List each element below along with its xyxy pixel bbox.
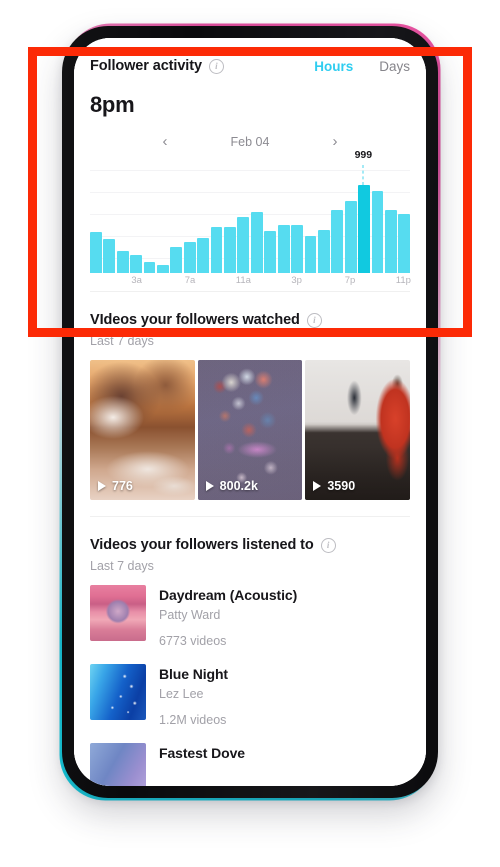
chart-bar[interactable] <box>358 185 370 273</box>
track-artwork <box>90 664 146 720</box>
video-thumbnail-row: 776 800.2k 3590 <box>90 360 411 500</box>
follower-activity-card: Follower activity i Hours Days 8pm ‹ Feb… <box>74 38 426 291</box>
videos-watched-subtitle: Last 7 days <box>90 334 154 348</box>
track-title: Fastest Dove <box>159 745 245 761</box>
track-video-count: 6773 videos <box>159 634 227 648</box>
videos-watched-title-row: VIdeos your followers watched i <box>90 312 322 328</box>
follower-activity-chart[interactable]: 999 3a 7a 11a 3p 7p 11p <box>90 149 411 291</box>
chart-bar[interactable] <box>384 210 397 273</box>
device-bezel: Follower activity i Hours Days 8pm ‹ Feb… <box>62 26 438 798</box>
track-metadata: Daydream (Acoustic) Patty Ward 6773 videos <box>159 585 297 648</box>
app-scroll-view[interactable]: Follower activity i Hours Days 8pm ‹ Feb… <box>74 38 426 786</box>
track-metadata: Fastest Dove <box>159 743 245 761</box>
sounds-listened-title: Videos your followers listened to <box>90 537 314 553</box>
sounds-listened-header: Videos your followers listened to i <box>90 517 410 553</box>
videos-watched-header: VIdeos your followers watched i <box>90 292 410 328</box>
track-metadata: Blue Night Lez Lee 1.2M videos <box>159 664 228 727</box>
peak-hour-value: 8pm <box>90 92 135 117</box>
sounds-listened-card: Videos your followers listened to i Last… <box>74 517 426 786</box>
view-count-overlay: 3590 <box>313 479 355 493</box>
x-axis-tick-label: 3a <box>131 275 142 286</box>
track-artwork <box>90 743 146 786</box>
play-icon <box>313 481 322 491</box>
view-count-overlay: 800.2k <box>205 479 258 493</box>
x-axis-tick-label: 11a <box>235 275 251 286</box>
video-thumbnail[interactable]: 3590 <box>305 360 411 500</box>
chart-bar[interactable] <box>116 251 129 273</box>
chart-bar[interactable] <box>344 200 357 273</box>
activity-period-tabs: Hours Days <box>314 59 410 74</box>
tab-hours[interactable]: Hours <box>314 59 353 74</box>
track-list-item[interactable]: Daydream (Acoustic) Patty Ward 6773 videos <box>90 573 410 652</box>
track-title: Daydream (Acoustic) <box>159 587 298 603</box>
chart-bar[interactable] <box>210 227 223 273</box>
info-icon[interactable]: i <box>208 58 224 74</box>
chart-bar[interactable] <box>304 236 317 273</box>
chart-bar[interactable] <box>237 217 250 273</box>
chart-bar[interactable] <box>157 264 169 273</box>
date-navigator: ‹ Feb 04 › <box>90 134 410 149</box>
chart-bar[interactable] <box>371 191 384 273</box>
chart-bar[interactable] <box>143 261 156 273</box>
track-artwork <box>90 585 146 641</box>
follower-activity-title: Follower activity <box>90 58 202 74</box>
chart-bar[interactable] <box>183 241 196 273</box>
follower-activity-header: Follower activity i Hours Days <box>90 38 410 74</box>
chart-bar[interactable] <box>317 229 330 273</box>
chart-bars <box>90 163 411 273</box>
info-icon[interactable]: i <box>320 537 336 553</box>
previous-day-button[interactable]: ‹ <box>158 134 172 149</box>
phone-device: Follower activity i Hours Days 8pm ‹ Feb… <box>59 23 441 801</box>
current-date-label: Feb 04 <box>230 134 270 149</box>
play-icon <box>205 481 214 491</box>
x-axis-tick-label: 3p <box>291 275 302 286</box>
chart-bar[interactable] <box>291 225 303 273</box>
info-icon[interactable]: i <box>306 312 322 328</box>
video-thumbnail[interactable]: 800.2k <box>197 360 303 500</box>
track-artist: Patty Ward <box>159 608 221 622</box>
sounds-listened-title-row: Videos your followers listened to i <box>90 537 336 553</box>
chart-bar[interactable] <box>264 230 277 273</box>
view-count-label: 3590 <box>327 479 356 493</box>
device-screen: Follower activity i Hours Days 8pm ‹ Feb… <box>74 38 426 786</box>
track-artist: Lez Lee <box>159 687 204 701</box>
x-axis-tick-label: 7a <box>184 275 196 286</box>
chart-bar[interactable] <box>250 212 263 273</box>
chart-bar[interactable] <box>224 227 236 273</box>
view-count-label: 800.2k <box>219 479 258 493</box>
video-thumbnail[interactable]: 776 <box>90 360 195 500</box>
sounds-listened-subtitle: Last 7 days <box>90 559 154 573</box>
track-video-count: 1.2M videos <box>159 713 227 727</box>
track-list-item[interactable]: Fastest Dove <box>90 731 410 786</box>
next-day-button[interactable]: › <box>328 134 342 149</box>
chart-bar[interactable] <box>197 237 210 273</box>
play-icon <box>98 481 106 491</box>
track-title: Blue Night <box>159 666 228 682</box>
videos-watched-title: VIdeos your followers watched <box>90 312 300 328</box>
chart-bar[interactable] <box>170 246 183 273</box>
x-axis-tick-label: 7p <box>344 275 356 286</box>
follower-activity-title-row: Follower activity i <box>90 58 224 74</box>
view-count-label: 776 <box>112 479 133 493</box>
chart-bar[interactable] <box>103 238 116 273</box>
track-list: Daydream (Acoustic) Patty Ward 6773 videos… <box>90 573 410 786</box>
chart-bar[interactable] <box>90 231 102 273</box>
videos-watched-card: VIdeos your followers watched i Last 7 d… <box>74 292 426 500</box>
peak-value-label: 999 <box>354 149 373 162</box>
tab-days[interactable]: Days <box>379 59 410 74</box>
chart-x-axis: 3a 7a 11a 3p 7p 11p <box>90 275 411 291</box>
track-list-item[interactable]: Blue Night Lez Lee 1.2M videos <box>90 652 410 731</box>
view-count-overlay: 776 <box>98 479 133 493</box>
chart-bar[interactable] <box>130 254 143 273</box>
x-axis-tick-label: 11p <box>395 275 411 286</box>
chart-bar[interactable] <box>277 225 290 273</box>
chart-bar[interactable] <box>398 214 411 273</box>
chart-bar[interactable] <box>331 209 344 273</box>
